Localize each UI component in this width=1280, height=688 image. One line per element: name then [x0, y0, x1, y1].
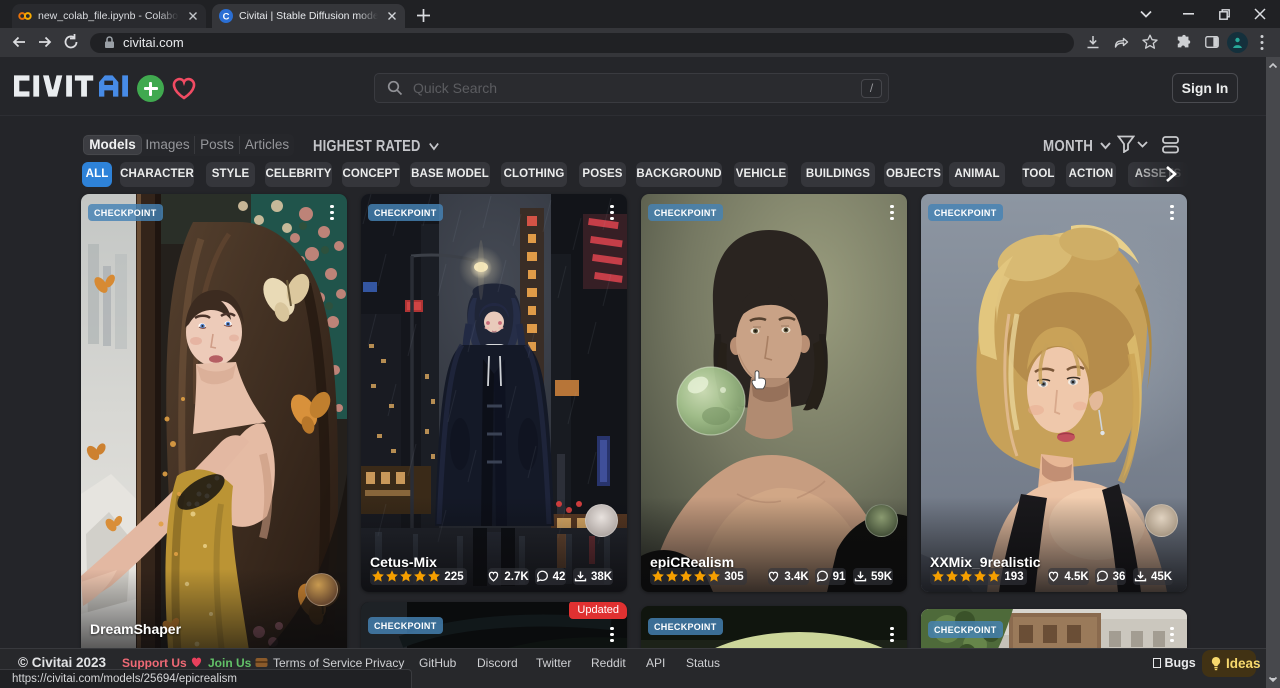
- svg-text:C: C: [223, 11, 230, 22]
